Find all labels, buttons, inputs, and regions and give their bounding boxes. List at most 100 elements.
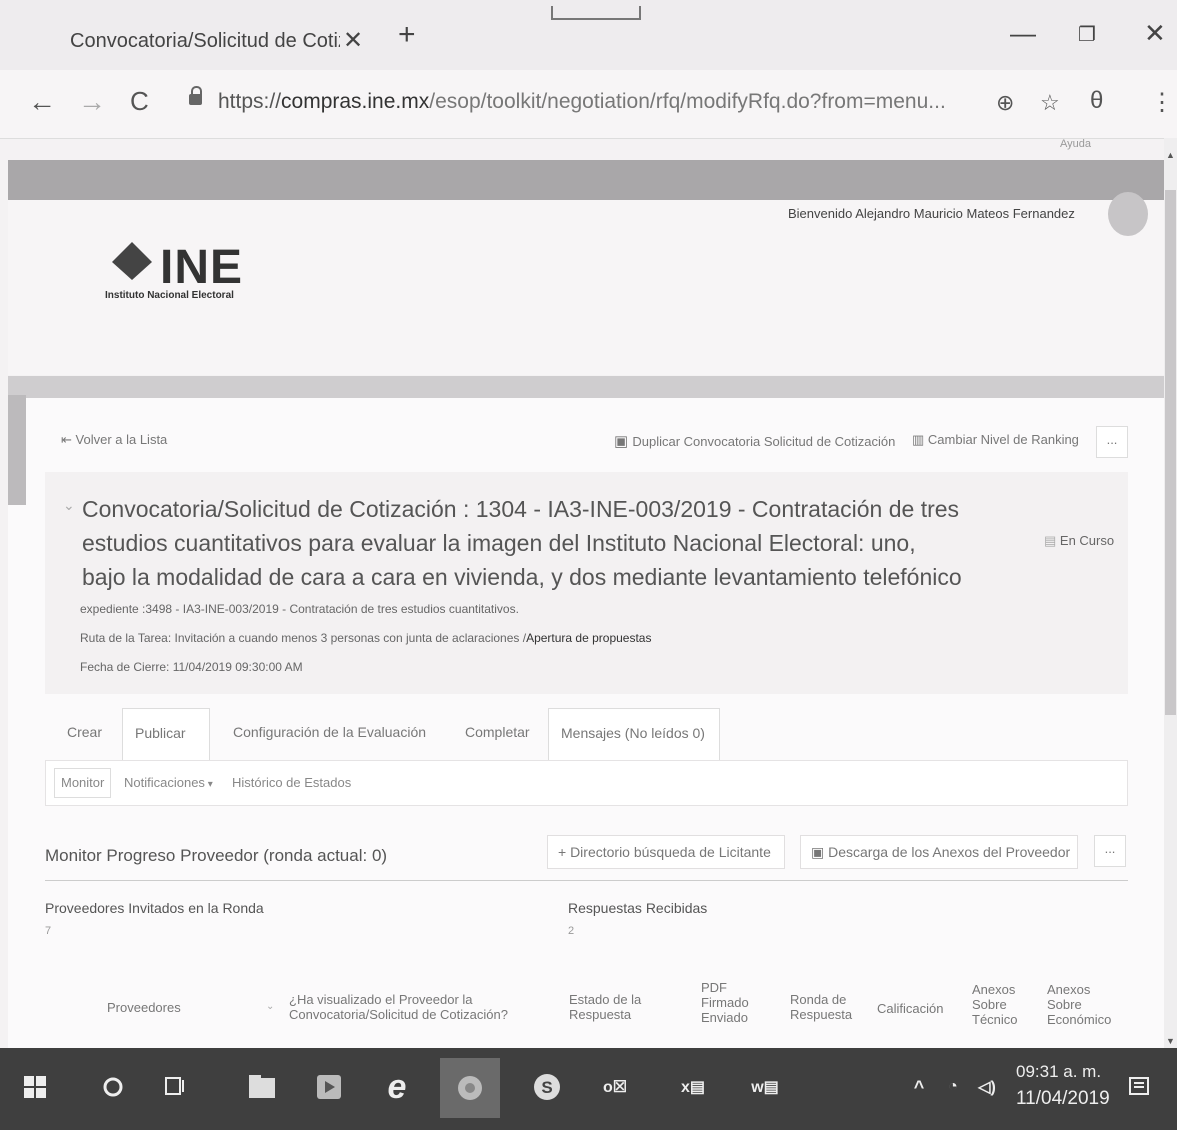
reload-icon[interactable]: C: [130, 86, 149, 117]
lock-icon: [189, 94, 202, 105]
tab-mensajes[interactable]: Mensajes (No leídos 0): [548, 708, 720, 760]
forward-arrow-icon[interactable]: →: [78, 86, 106, 118]
window-close-button[interactable]: ✕: [1144, 18, 1166, 49]
top-banner: [8, 160, 1164, 200]
subtab-historico[interactable]: Histórico de Estados: [232, 775, 351, 790]
notifications-icon[interactable]: [1122, 1070, 1156, 1104]
clock-time[interactable]: 09:31 a. m.: [1016, 1062, 1101, 1082]
received-label: Respuestas Recibidas: [568, 900, 708, 916]
svg-text:S: S: [541, 1078, 552, 1097]
received-value: 2: [568, 925, 575, 937]
change-ranking-label: Cambiar Nivel de Ranking: [927, 432, 1079, 447]
invited-value: 7: [45, 925, 52, 937]
monitor-more-button[interactable]: ...: [1094, 835, 1126, 867]
sort-chevron-icon[interactable]: ⌄: [266, 1001, 274, 1012]
window-drag-handle[interactable]: [551, 6, 641, 20]
star-icon[interactable]: ☆: [1040, 90, 1060, 116]
download-icon: ▣: [811, 844, 829, 860]
ranking-icon: ▥: [912, 432, 928, 447]
col-proveedores[interactable]: Proveedores: [107, 1000, 181, 1015]
col-calificacion: Calificación: [877, 1001, 944, 1016]
minimize-button[interactable]: —: [1010, 18, 1036, 49]
change-ranking-button[interactable]: ▥ Cambiar Nivel de Ranking: [912, 432, 1079, 448]
tab-close-icon[interactable]: ✕: [343, 26, 363, 55]
status-icon: ▤: [1044, 533, 1060, 548]
volume-icon[interactable]: ◁): [970, 1070, 1004, 1104]
new-tab-button[interactable]: +: [398, 18, 416, 52]
duplicate-icon: ▣: [614, 433, 633, 450]
task-route-label: Ruta de la Tarea: Invitación a cuando me…: [80, 631, 527, 645]
tab-crear[interactable]: Crear: [55, 708, 114, 760]
scroll-up-icon[interactable]: ▲: [1166, 150, 1175, 160]
zoom-icon[interactable]: ⊕: [996, 90, 1014, 116]
tab-title: Convocatoria/Solicitud de Cotiz: [70, 30, 340, 52]
monitor-title: Monitor Progreso Proveedor (ronda actual…: [45, 846, 388, 865]
status-label: En Curso: [1059, 533, 1115, 548]
back-arrow-bar-icon: ⇤: [61, 432, 76, 447]
rfq-title: Convocatoria/Solicitud de Cotización : 1…: [82, 496, 962, 590]
ine-logo-icon-lower: [112, 262, 152, 280]
restore-button[interactable]: ❐: [1078, 22, 1096, 47]
url-path: /esop/toolkit/negotiation/rfq/modifyRfq.…: [429, 90, 946, 113]
col-ronda: Ronda de Respuesta: [790, 992, 853, 1022]
back-to-list-label: Volver a la Lista: [75, 432, 168, 447]
side-panel-handle[interactable]: [8, 395, 26, 505]
browser-tab[interactable]: Convocatoria/Solicitud de Cotiz ✕: [40, 12, 375, 64]
browser-menu-icon[interactable]: ⋮: [1150, 88, 1174, 117]
file-explorer-icon[interactable]: [245, 1070, 279, 1104]
logo-subtitle: Instituto Nacional Electoral: [105, 290, 234, 301]
chevron-down-icon[interactable]: ⌄: [63, 497, 75, 514]
word-icon[interactable]: w▤: [748, 1070, 782, 1104]
excel-icon[interactable]: x▤: [676, 1070, 710, 1104]
subtab-notificaciones[interactable]: Notificaciones ▾: [124, 775, 213, 790]
subtab-notificaciones-label: Notificaciones: [124, 775, 205, 790]
close-date-text: Fecha de Cierre: 11/04/2019 09:30:00 AM: [80, 660, 303, 674]
tab-completar[interactable]: Completar: [453, 708, 542, 760]
url-field[interactable]: https://compras.ine.mx/esop/toolkit/nego…: [218, 90, 946, 114]
task-route-value: Apertura de propuestas: [526, 631, 652, 645]
search-circle-icon[interactable]: [96, 1070, 130, 1104]
col-estado: Estado de la Respuesta: [569, 992, 642, 1022]
profile-icon[interactable]: θ: [1090, 87, 1103, 115]
download-annexes-label: Descarga de los Anexos del Proveedor: [828, 844, 1071, 860]
status-badge: ▤ En Curso: [1044, 533, 1114, 549]
welcome-text: Bienvenido Alejandro Mauricio Mateos Fer…: [788, 206, 1075, 221]
col-anexos-tecnico: Anexos Sobre Técnico: [972, 982, 1018, 1027]
scroll-down-icon[interactable]: ▼: [1166, 1036, 1175, 1046]
url-host: compras.ine.mx: [281, 90, 430, 113]
windows-start-icon[interactable]: [18, 1070, 52, 1104]
back-arrow-icon[interactable]: ←: [28, 86, 56, 118]
expediente-text: expediente :3498 - IA3-INE-003/2019 - Co…: [80, 602, 519, 616]
more-actions-button[interactable]: ...: [1096, 426, 1128, 458]
tab-configuracion-evaluacion[interactable]: Configuración de la Evaluación: [221, 708, 438, 760]
url-scheme: https://: [218, 90, 282, 113]
download-annexes-button[interactable]: ▣ Descarga de los Anexos del Proveedor: [800, 835, 1078, 869]
back-to-list-link[interactable]: ⇤ Volver a la Lista: [61, 432, 167, 448]
col-visualizado: ¿Ha visualizado el Proveedor la Convocat…: [289, 992, 508, 1022]
skype-icon[interactable]: S: [530, 1070, 564, 1104]
media-player-icon[interactable]: [312, 1070, 346, 1104]
internet-explorer-icon[interactable]: e: [380, 1068, 414, 1106]
duplicate-label: Duplicar Convocatoria Solicitud de Cotiz…: [632, 434, 896, 449]
chrome-icon[interactable]: [440, 1058, 500, 1118]
help-link[interactable]: Ayuda: [1060, 138, 1091, 150]
tray-chevron-up-icon[interactable]: ^: [902, 1070, 936, 1104]
clock-date[interactable]: 11/04/2019: [1016, 1088, 1110, 1110]
tab-publicar[interactable]: Publicar: [122, 708, 210, 760]
task-view-icon[interactable]: [158, 1070, 192, 1104]
dropdown-dot-icon: ▾: [204, 779, 213, 790]
directory-search-button[interactable]: + Directorio búsqueda de Licitante: [547, 835, 785, 869]
ine-logo-icon: [112, 242, 152, 262]
avatar[interactable]: [1108, 192, 1148, 236]
header-divider-band: [8, 376, 1164, 398]
scrollbar-thumb[interactable]: [1165, 190, 1176, 715]
duplicate-button[interactable]: ▣ Duplicar Convocatoria Solicitud de Cot…: [614, 432, 895, 450]
logo-text: INE: [160, 241, 244, 294]
wifi-icon[interactable]: ◔: [936, 1070, 970, 1104]
task-route: Ruta de la Tarea: Invitación a cuando me…: [80, 631, 651, 645]
col-anexos-economico: Anexos Sobre Económico: [1047, 982, 1112, 1027]
invited-label: Proveedores Invitados en la Ronda: [45, 900, 264, 916]
subtab-monitor[interactable]: Monitor: [54, 768, 112, 798]
col-pdf: PDF Firmado Enviado: [701, 980, 749, 1025]
outlook-icon[interactable]: o☒: [598, 1070, 632, 1104]
